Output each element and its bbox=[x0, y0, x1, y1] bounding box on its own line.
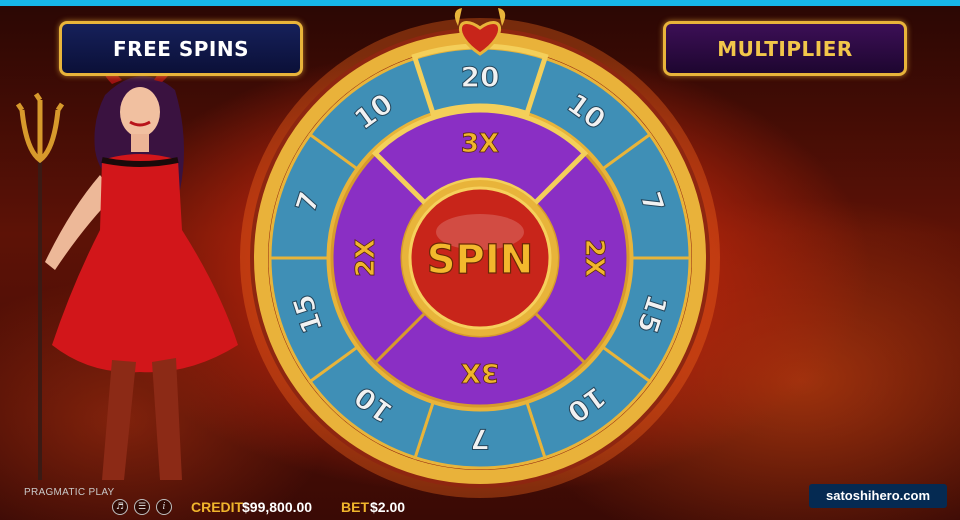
bonus-wheel: 201071510710157103X2X3X2X SPIN bbox=[240, 8, 720, 498]
free-spins-label: FREE SPINS bbox=[59, 21, 303, 76]
inner-segment-label: 2X bbox=[579, 239, 609, 277]
menu-icon[interactable]: ☰ bbox=[134, 499, 150, 515]
outer-segment-label: 20 bbox=[461, 61, 500, 94]
speaker-icon[interactable]: ♬ bbox=[112, 499, 128, 515]
multiplier-label: MULTIPLIER bbox=[663, 21, 907, 76]
game-stage: 20 10 7 15 10 7 10 15 7 10 3X 2X 3X 2X SPIN FREE SPINS… bbox=[0, 0, 960, 520]
bet-label: BET bbox=[341, 499, 369, 515]
spin-button-label[interactable]: SPIN bbox=[426, 236, 534, 283]
credit-value: $99,800.00 bbox=[242, 499, 313, 515]
inner-segment-label: 2X bbox=[351, 239, 381, 277]
brand-label: PRAGMATIC PLAY bbox=[24, 487, 115, 498]
outer-segment-label: 7 bbox=[470, 423, 489, 456]
info-icon[interactable]: i bbox=[156, 499, 172, 515]
inner-segment-label: 3X bbox=[461, 357, 499, 387]
credit-label: CREDIT bbox=[191, 499, 244, 515]
watermark-badge: satoshihero.com bbox=[809, 484, 947, 508]
inner-segment-label: 3X bbox=[461, 129, 499, 159]
bet-value: $2.00 bbox=[370, 499, 406, 515]
